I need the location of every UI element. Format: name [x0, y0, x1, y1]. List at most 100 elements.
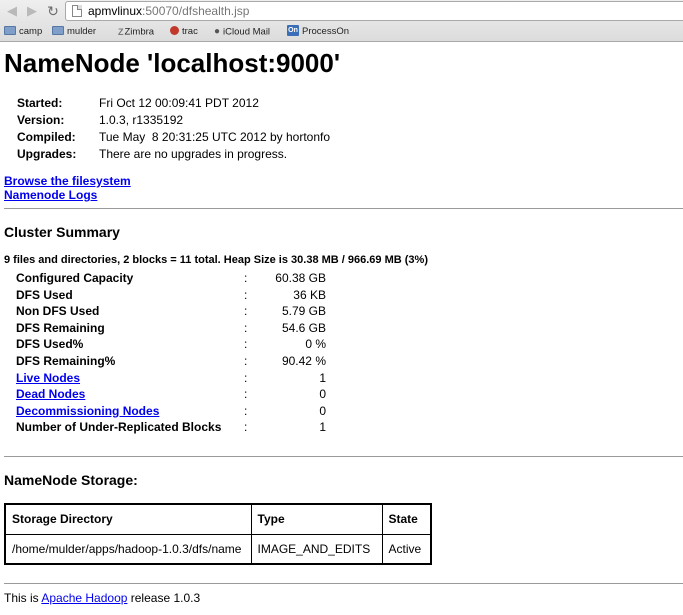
stat-label: DFS Remaining	[16, 320, 105, 335]
stat-row: Dead Nodes : 0	[16, 386, 326, 403]
stat-colon: :	[244, 353, 248, 368]
url-host: apmvlinux	[88, 4, 143, 18]
namenode-logs-link[interactable]: Namenode Logs	[4, 188, 131, 202]
column-header: State	[381, 503, 432, 535]
stat-value: 0	[319, 403, 326, 418]
folder-icon	[52, 25, 64, 35]
live-nodes-link[interactable]: Live Nodes	[16, 371, 80, 385]
bookmark-trac[interactable]: trac	[170, 23, 198, 41]
stat-colon: :	[244, 271, 248, 285]
footer-prefix: This is	[4, 591, 39, 605]
stat-label: Decommissioning Nodes	[16, 403, 159, 420]
stat-value: 36 KB	[293, 287, 326, 302]
stat-row: DFS Remaining : 54.6 GB	[16, 320, 326, 337]
stat-value: 0 %	[305, 337, 326, 352]
stat-row: Decommissioning Nodes : 0	[16, 403, 326, 420]
stat-colon: :	[244, 287, 248, 302]
stat-colon: :	[244, 304, 248, 319]
stat-label: Number of Under-Replicated Blocks	[16, 420, 222, 435]
divider	[4, 456, 683, 457]
table-cell: Active	[381, 533, 432, 565]
page-icon	[72, 5, 82, 17]
column-header: Storage Directory	[4, 503, 252, 535]
bookmark-label: mulder	[67, 26, 97, 37]
stat-label: Live Nodes	[16, 370, 80, 387]
table-cell: IMAGE_AND_EDITS	[250, 533, 383, 565]
stat-label: DFS Used%	[16, 337, 84, 352]
table-row: /home/mulder/apps/hadoop-1.0.3/dfs/name …	[4, 533, 432, 565]
decommissioning-nodes-link[interactable]: Decommissioning Nodes	[16, 404, 159, 418]
info-value: 1.0.3, r1335192	[99, 113, 184, 127]
bookmark-label: camp	[19, 26, 43, 37]
info-key: Upgrades:	[17, 147, 77, 161]
stat-colon: :	[244, 370, 248, 385]
cluster-summary-heading: Cluster Summary	[4, 224, 120, 240]
processon-icon: On	[287, 24, 299, 36]
cluster-stats: Configured Capacity : 60.38 GB DFS Used …	[16, 270, 326, 436]
stat-value: 5.79 GB	[281, 304, 326, 319]
bookmark-camp[interactable]: camp	[4, 23, 42, 41]
footer-suffix: release 1.0.3	[130, 591, 201, 605]
stat-value: 1	[319, 420, 326, 435]
storage-table: Storage Directory Type State /home/mulde…	[4, 503, 432, 565]
bookmark-label: Zimbra	[124, 26, 155, 38]
stat-colon: :	[244, 420, 248, 435]
stat-label: Non DFS Used	[16, 304, 100, 319]
table-cell: /home/mulder/apps/hadoop-1.0.3/dfs/name	[4, 533, 252, 565]
stat-label: DFS Remaining%	[16, 353, 116, 368]
table-header-row: Storage Directory Type State	[4, 503, 432, 535]
bookmarks-bar: camp mulder ZZimbra trac ● iCloud Mail On…	[0, 23, 683, 41]
bookmark-label: iCloud Mail	[223, 26, 271, 38]
stat-colon: :	[244, 387, 248, 402]
browser-chrome: ◀ ▶ ↻ apmvlinux:50070/dfshealth.jsp camp…	[0, 0, 683, 42]
stat-value: 90.42 %	[281, 353, 326, 368]
info-value: Tue May 8 20:31:25 UTC 2012 by hortonfo	[99, 130, 331, 144]
trac-icon	[170, 25, 179, 35]
info-value: There are no upgrades in progress.	[99, 147, 288, 161]
info-key: Started:	[17, 96, 63, 110]
info-row-compiled: Compiled: Tue May 8 20:31:25 UTC 2012 by …	[17, 129, 330, 146]
stat-row: DFS Remaining% : 90.42 %	[16, 353, 326, 370]
apache-hadoop-link[interactable]: Apache Hadoop	[41, 591, 127, 605]
bookmark-icloud-mail[interactable]: ● iCloud Mail	[214, 23, 270, 41]
bookmark-processon[interactable]: On ProcessOn	[287, 23, 349, 41]
namenode-storage-heading: NameNode Storage:	[4, 472, 138, 488]
footer: This is Apache Hadoop release 1.0.3	[4, 591, 200, 605]
reload-icon[interactable]: ↻	[44, 2, 62, 20]
stat-colon: :	[244, 403, 248, 418]
forward-arrow-icon[interactable]: ▶	[24, 3, 40, 19]
stat-value: 1	[319, 370, 326, 385]
stat-label: Configured Capacity	[16, 271, 134, 285]
info-row-started: Started: Fri Oct 12 00:09:41 PDT 2012	[17, 95, 330, 112]
bookmark-label: ProcessOn	[302, 26, 349, 37]
zimbra-icon: Z	[118, 27, 124, 37]
stat-colon: :	[244, 320, 248, 335]
back-arrow-icon[interactable]: ◀	[4, 3, 20, 19]
nav-links: Browse the filesystem Namenode Logs	[4, 174, 131, 202]
stat-label: DFS Used	[16, 287, 73, 302]
url-path: :50070/dfshealth.jsp	[142, 4, 250, 18]
folder-icon	[4, 25, 16, 35]
stat-row: Number of Under-Replicated Blocks : 1	[16, 419, 326, 436]
bookmark-label: trac	[182, 26, 198, 37]
divider	[4, 583, 683, 584]
stat-row: Live Nodes : 1	[16, 370, 326, 387]
stat-row: DFS Used : 36 KB	[16, 287, 326, 304]
browse-filesystem-link[interactable]: Browse the filesystem	[4, 174, 131, 188]
apple-icon: ●	[214, 26, 221, 37]
stat-label: Dead Nodes	[16, 386, 85, 403]
stat-value: 0	[319, 387, 326, 402]
stat-value: 54.6 GB	[281, 320, 326, 335]
stat-row: Configured Capacity : 60.38 GB	[16, 270, 326, 287]
address-bar[interactable]: apmvlinux:50070/dfshealth.jsp	[65, 1, 683, 21]
stat-colon: :	[244, 337, 248, 352]
info-key: Compiled:	[17, 130, 76, 144]
bookmark-mulder[interactable]: mulder	[52, 23, 96, 41]
page-title: NameNode 'localhost:9000'	[4, 48, 341, 78]
dead-nodes-link[interactable]: Dead Nodes	[16, 387, 85, 401]
stat-value: 60.38 GB	[275, 271, 326, 285]
bookmark-zimbra[interactable]: ZZimbra	[118, 23, 154, 41]
namenode-info: Started: Fri Oct 12 00:09:41 PDT 2012 Ver…	[17, 95, 330, 163]
info-key: Version:	[17, 113, 65, 127]
info-value: Fri Oct 12 00:09:41 PDT 2012	[99, 96, 259, 110]
